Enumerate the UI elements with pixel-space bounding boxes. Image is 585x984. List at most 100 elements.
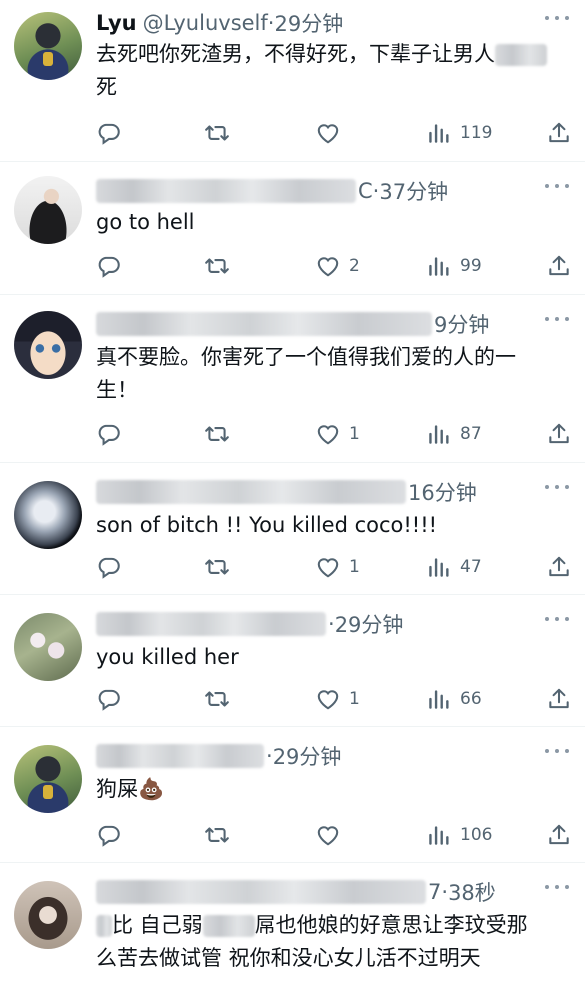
user-handle[interactable]: @Lyuluvself (143, 11, 268, 35)
display-name[interactable]: Lyu (96, 11, 137, 35)
more-options-icon[interactable] (545, 14, 569, 22)
share-icon (546, 120, 572, 146)
retweet-button[interactable] (204, 253, 230, 279)
like-count: 1 (349, 424, 360, 444)
views-button[interactable]: 87 (426, 421, 482, 447)
reply-icon (96, 554, 122, 580)
retweet-button[interactable] (204, 421, 230, 447)
redacted-username (96, 744, 264, 768)
share-button[interactable] (546, 421, 572, 447)
reply-button[interactable] (96, 421, 122, 447)
views-button[interactable]: 66 (426, 686, 482, 712)
user-handle[interactable]: C (358, 179, 373, 203)
reply-icon (96, 686, 122, 712)
timestamp[interactable]: 29分钟 (273, 741, 342, 771)
avatar[interactable] (14, 12, 82, 80)
retweet-button[interactable] (204, 686, 230, 712)
like-button[interactable]: 1 (315, 421, 360, 447)
more-options-icon[interactable] (545, 747, 569, 755)
tweet[interactable]: 16分钟 son of bitch !! You killed coco!!!!… (0, 463, 585, 595)
tweet-text: 狗屎💩 (96, 777, 165, 801)
share-button[interactable] (546, 686, 572, 712)
avatar[interactable] (14, 311, 82, 379)
share-icon (546, 686, 572, 712)
reply-button[interactable] (96, 686, 122, 712)
tweet-text: you killed her (96, 645, 239, 669)
reply-icon (96, 120, 122, 146)
reply-icon (96, 822, 122, 848)
tweet[interactable]: Lyu @Lyuluvself · 29分钟 去死吧你死渣男，不得好死，下辈子让… (0, 0, 585, 162)
action-bar: 1 47 (96, 544, 585, 600)
tweet[interactable]: C · 37分钟 go to hell 2 99 (0, 162, 585, 295)
reply-button[interactable] (96, 554, 122, 580)
like-button[interactable]: 2 (315, 253, 360, 279)
heart-icon (315, 120, 341, 146)
avatar[interactable] (14, 176, 82, 244)
reply-icon (96, 253, 122, 279)
tweet-text-part: 去死吧你死渣男，不得好死，下辈子让男人 (96, 42, 495, 66)
timestamp[interactable]: 38秒 (448, 877, 496, 907)
timestamp[interactable]: 29分钟 (335, 609, 404, 639)
views-count: 87 (460, 424, 482, 444)
share-button[interactable] (546, 120, 572, 146)
user-handle[interactable]: 7 (428, 880, 441, 904)
tweet[interactable]: 7 · 38秒 比 自己弱 屌也他娘的好意思让李玟受那 么苦去做试管 祝你和没心女… (0, 863, 585, 984)
avatar[interactable] (14, 481, 82, 549)
more-options-icon[interactable] (545, 483, 569, 491)
retweet-button[interactable] (204, 120, 230, 146)
like-button[interactable]: 1 (315, 686, 360, 712)
views-button[interactable]: 119 (426, 120, 492, 146)
tweet-text-part: 比 自己弱 (112, 913, 203, 937)
redacted-username (96, 480, 406, 504)
views-count: 66 (460, 689, 482, 709)
views-count: 99 (460, 256, 482, 276)
share-button[interactable] (546, 253, 572, 279)
avatar[interactable] (14, 881, 82, 949)
tweet[interactable]: 9分钟 真不要脸。你害死了一个值得我们爱的人的一生！ 1 87 (0, 295, 585, 463)
tweet[interactable]: · 29分钟 you killed her 1 66 (0, 595, 585, 727)
avatar[interactable] (14, 745, 82, 813)
reply-button[interactable] (96, 120, 122, 146)
reply-button[interactable] (96, 253, 122, 279)
more-options-icon[interactable] (545, 315, 569, 323)
tweet-text: 比 自己弱 屌也他娘的好意思让李玟受那 么苦去做试管 祝你和没心女儿活不过明天 (96, 909, 585, 975)
views-button[interactable]: 106 (426, 822, 492, 848)
views-icon (426, 554, 452, 580)
avatar[interactable] (14, 613, 82, 681)
more-options-icon[interactable] (545, 883, 569, 891)
views-icon (426, 686, 452, 712)
share-button[interactable] (546, 554, 572, 580)
more-options-icon[interactable] (545, 615, 569, 623)
action-bar: 2 99 (96, 243, 585, 299)
retweet-icon (204, 686, 230, 712)
tweet[interactable]: · 29分钟 狗屎💩 106 (0, 727, 585, 863)
retweet-button[interactable] (204, 822, 230, 848)
share-button[interactable] (546, 822, 572, 848)
reply-button[interactable] (96, 822, 122, 848)
views-button[interactable]: 99 (426, 253, 482, 279)
timestamp[interactable]: 29分钟 (274, 8, 343, 38)
separator-dot: · (267, 11, 275, 35)
separator-dot: · (372, 179, 380, 203)
views-button[interactable]: 47 (426, 554, 482, 580)
redacted-username (96, 179, 356, 203)
views-icon (426, 822, 452, 848)
like-count: 2 (349, 256, 360, 276)
share-icon (546, 253, 572, 279)
retweet-button[interactable] (204, 554, 230, 580)
redacted-text (495, 44, 547, 66)
like-button[interactable] (315, 822, 341, 848)
action-bar: 119 (96, 110, 585, 166)
like-button[interactable] (315, 120, 341, 146)
tweet-text: 真不要脸。你害死了一个值得我们爱的人的一生！ (96, 345, 516, 402)
heart-icon (315, 421, 341, 447)
timestamp[interactable]: 16分钟 (408, 477, 477, 507)
views-icon (426, 120, 452, 146)
like-button[interactable]: 1 (315, 554, 360, 580)
separator-dot: · (441, 880, 449, 904)
timestamp[interactable]: 37分钟 (379, 176, 448, 206)
more-options-icon[interactable] (545, 182, 569, 190)
share-icon (546, 421, 572, 447)
views-count: 106 (460, 825, 493, 845)
timestamp[interactable]: 9分钟 (434, 309, 489, 339)
